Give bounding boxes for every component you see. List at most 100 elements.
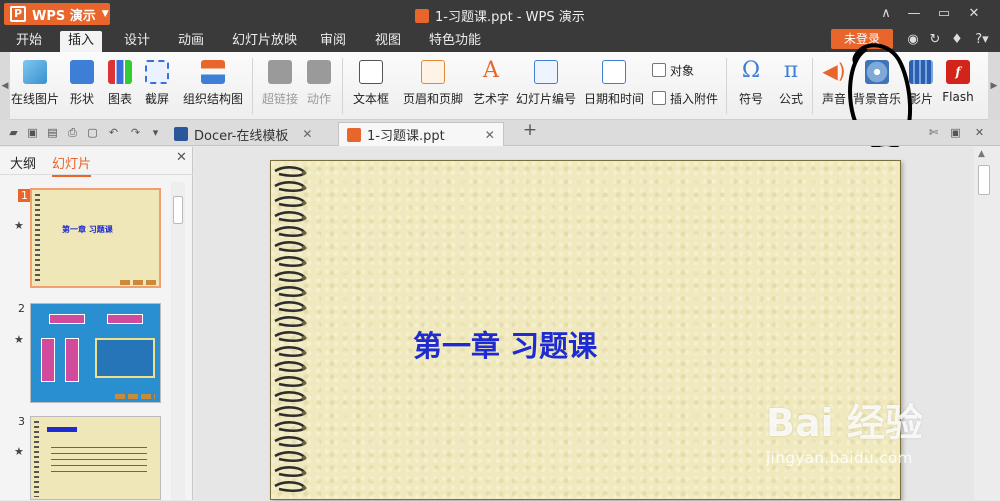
clean-icon[interactable]: ✄ [926,125,941,140]
ribbon-scroll-left[interactable]: ◀ [0,52,10,120]
close-tab-icon[interactable]: ✕ [302,127,312,141]
animation-star-icon: ★ [14,333,24,346]
new-tab-button[interactable]: + [522,122,538,139]
slide-number: 3 [18,415,25,428]
action-label: 动作 [306,92,331,106]
tab-special[interactable]: 特色功能 [421,31,489,52]
symbol-button[interactable]: Ω 符号 [734,56,768,114]
redo-icon[interactable]: ↷ [128,125,143,140]
tab-current-document[interactable]: 1-习题课.ppt ✕ [338,122,504,146]
slide-panel-scrollbar[interactable] [171,182,185,500]
sound-button[interactable]: ◀) 声音 [820,56,848,114]
animation-star-icon: ★ [14,445,24,458]
open-folder-icon[interactable]: ▰ [6,125,21,140]
refresh-icon[interactable]: ↻ [926,31,944,49]
close-panel-icon[interactable]: ✕ [176,150,187,165]
print-icon[interactable]: ⎙ [65,125,80,140]
spiral-ring [274,421,307,433]
window-title: 1-习题课.ppt - WPS 演示 [415,6,585,25]
spiral-hole [301,230,307,236]
spiral-hole [301,425,307,431]
scrollbar-thumb[interactable] [173,196,183,224]
wordart-button[interactable]: A 艺术字 [472,56,510,114]
spiral-hole [301,335,307,341]
login-button[interactable]: 未登录 [831,29,893,49]
tab-view[interactable]: 视图 [367,31,409,52]
spiral-ring [274,451,307,463]
slide-number-button[interactable]: 幻灯片编号 [514,56,578,114]
spiral-ring [274,406,307,418]
slide-thumbnail-1[interactable]: 第一章 习题课 [30,188,161,288]
tab-animation[interactable]: 动画 [170,31,212,52]
diagram-panel [95,338,155,378]
hyperlink-icon [268,60,292,84]
spiral-ring [274,181,307,193]
chart-button[interactable]: 图表 [106,56,134,114]
hyperlink-button[interactable]: 超链接 [260,56,300,114]
action-button[interactable]: 动作 [304,56,334,114]
tab-review[interactable]: 审阅 [312,31,354,52]
org-chart-button[interactable]: 组织结构图 [182,56,244,114]
print-preview-icon[interactable]: ▢ [85,125,100,140]
header-footer-button[interactable]: 页眉和页脚 [402,56,464,114]
object-button[interactable]: 对象 [652,60,694,80]
close-doc-icon[interactable]: ✕ [972,125,987,140]
screenshot-button[interactable]: 截屏 [140,56,174,114]
movie-button[interactable]: 影片 [906,56,936,114]
minimize-button[interactable]: — [903,4,925,24]
wps-logo-icon: P [10,6,26,22]
formula-button[interactable]: π 公式 [776,56,806,114]
spiral-hole [301,380,307,386]
tab-design[interactable]: 设计 [116,31,158,52]
skin-icon[interactable]: ◉ [904,31,922,49]
ribbon-scroll-right[interactable]: ▶ [988,52,1000,120]
maximize-button[interactable]: ▭ [933,4,955,24]
slide-scrollbar[interactable]: ▲ [974,147,1000,500]
spiral-hole [301,200,307,206]
ppt-file-icon [415,8,429,23]
doc-tab-label: 1-习题课.ppt [367,129,445,144]
slide-title[interactable]: 第一章 习题课 [413,323,597,365]
spiral-ring [274,286,307,298]
close-button[interactable]: ✕ [963,4,985,24]
shapes-button[interactable]: 形状 [64,56,100,114]
ribbon-separator [342,58,343,114]
tab-docer-templates[interactable]: Docer-在线模板 ✕ [166,122,320,146]
header-footer-label: 页眉和页脚 [402,92,463,106]
quick-access-dropdown-icon[interactable]: ▾ [148,125,163,140]
spiral-hole [301,245,307,251]
tab-outline[interactable]: 大纲 [10,153,36,172]
save-icon[interactable]: ▣ [25,125,40,140]
attachment-button[interactable]: 插入附件 [652,88,718,108]
tab-insert[interactable]: 插入 [60,31,103,52]
tab-slideshow[interactable]: 幻灯片放映 [224,31,305,52]
shirt-icon[interactable]: ♦ [948,31,966,49]
help-icon[interactable]: ?▾ [971,31,993,49]
omega-icon: Ω [741,58,761,83]
restore-doc-icon[interactable]: ▣ [948,125,963,140]
date-time-button[interactable]: 日期和时间 [584,56,644,114]
spiral-hole [301,260,307,266]
collapse-ribbon-button[interactable]: ∧ [875,4,897,24]
disc-icon [865,60,889,84]
slide-thumbnail-3[interactable] [30,416,161,500]
app-menu-button[interactable]: P WPS 演示 ▼ [4,3,110,25]
scroll-up-icon[interactable]: ▲ [978,149,985,159]
tab-slides[interactable]: 幻灯片 [52,153,92,177]
close-tab-icon[interactable]: ✕ [485,128,495,142]
spiral-hole [301,305,307,311]
textbox-icon [359,60,383,84]
panel-tabs: 大纲 幻灯片 ✕ [0,147,193,177]
slide-thumbnail-2[interactable] [30,303,161,403]
export-pdf-icon[interactable]: ▤ [45,125,60,140]
spiral-ring [274,256,307,268]
slide-number: 2 [18,302,25,315]
background-music-button[interactable]: 背景音乐 [852,56,902,114]
flash-button[interactable]: f Flash [940,56,976,114]
scrollbar-thumb[interactable] [978,165,990,195]
thumbnail-buttons [115,394,155,399]
textbox-button[interactable]: 文本框 [348,56,394,114]
undo-icon[interactable]: ↶ [106,125,121,140]
online-picture-button[interactable]: 在线图片 [11,56,59,114]
tab-home[interactable]: 开始 [8,31,50,52]
